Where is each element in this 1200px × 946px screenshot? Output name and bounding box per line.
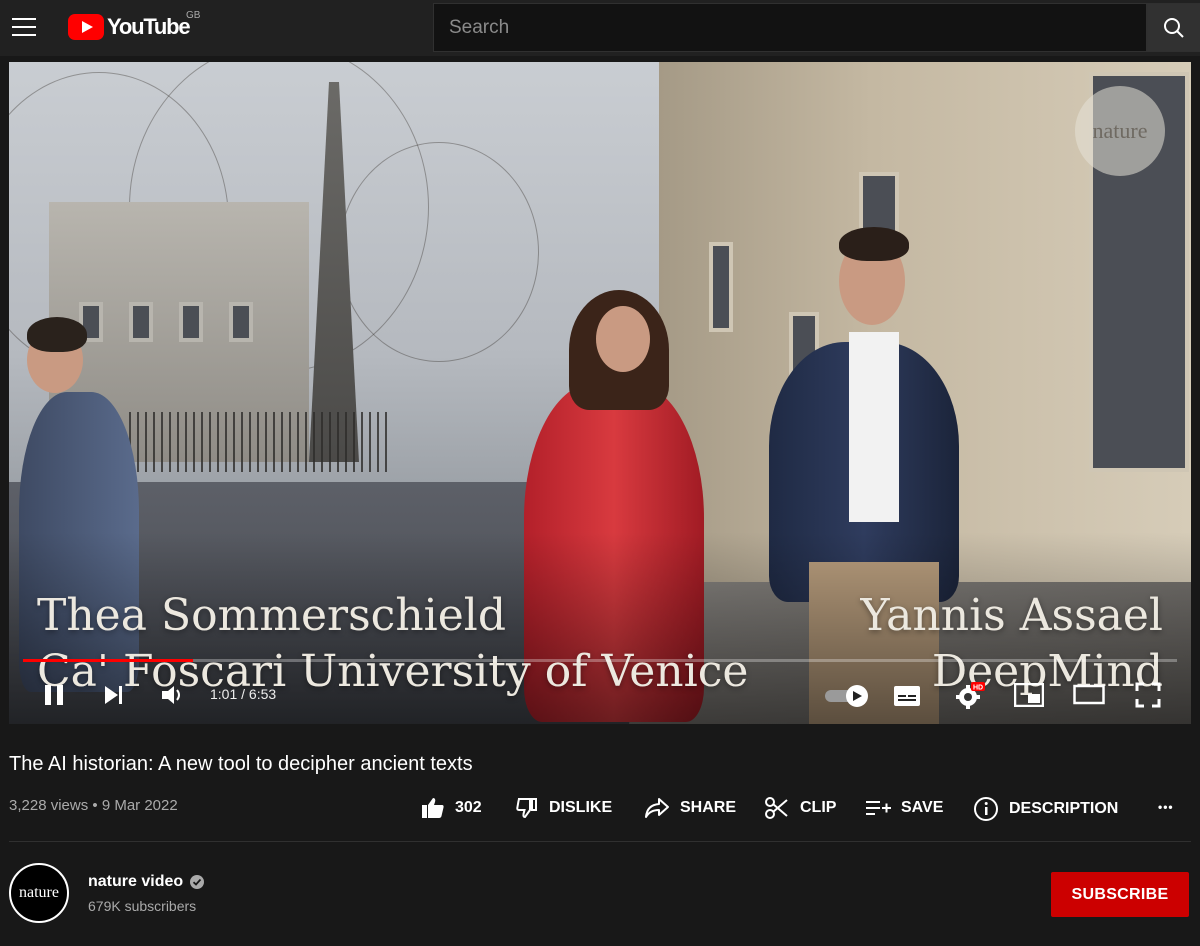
subscribe-button[interactable]: SUBSCRIBE — [1051, 872, 1189, 917]
playlist-add-icon — [866, 801, 891, 815]
miniplayer-button[interactable] — [1013, 682, 1045, 712]
channel-name: nature video — [88, 873, 184, 890]
gear-icon: HD — [956, 682, 985, 709]
region-code: GB — [186, 10, 201, 21]
video-meta: 3,228 views • 9 Mar 2022 — [9, 797, 178, 814]
thumbs-up-icon — [422, 798, 444, 818]
fullscreen-button[interactable] — [1135, 682, 1161, 713]
progress-fill — [23, 659, 193, 662]
description-label: DESCRIPTION — [1009, 800, 1119, 817]
theater-mode-button[interactable] — [1073, 684, 1105, 711]
theater-mode-icon — [1073, 684, 1105, 705]
subtitles-icon — [894, 686, 920, 706]
top-bar: YouTube GB — [0, 0, 1200, 56]
lower-third-left-name: Thea Sommerschield — [37, 590, 507, 641]
more-actions-button[interactable]: ••• — [1158, 800, 1174, 814]
hd-badge: HD — [973, 685, 983, 692]
more-icon: ••• — [1158, 800, 1174, 814]
autoplay-toggle-icon — [825, 685, 868, 707]
description-button[interactable]: DESCRIPTION — [973, 796, 1118, 822]
thumbs-down-icon — [516, 798, 537, 819]
logo-text: YouTube — [107, 14, 191, 39]
autoplay-toggle[interactable] — [823, 684, 869, 713]
fullscreen-icon — [1135, 682, 1161, 708]
share-label: SHARE — [680, 799, 737, 816]
channel-avatar[interactable]: nature — [9, 863, 69, 923]
volume-button[interactable] — [159, 682, 187, 713]
progress-bar[interactable] — [23, 659, 1177, 662]
video-frame: nature Thea Sommerschield Ca' Foscari Un… — [9, 62, 1191, 724]
scissors-icon — [765, 797, 788, 819]
share-icon — [645, 798, 669, 818]
pause-button[interactable] — [41, 682, 67, 713]
info-icon — [974, 797, 998, 821]
save-label: SAVE — [901, 799, 944, 816]
player-controls: 1:01 / 6:53 HD — [9, 668, 1191, 718]
volume-icon — [162, 686, 180, 704]
nature-watermark: nature — [1075, 86, 1165, 176]
pause-icon — [45, 685, 63, 705]
like-count: 302 — [455, 799, 482, 816]
divider — [9, 841, 1191, 842]
channel-name-link[interactable]: nature video — [88, 873, 205, 891]
save-button[interactable]: SAVE — [865, 796, 943, 820]
view-count: 3,228 views — [9, 797, 89, 814]
dislike-label: DISLIKE — [549, 799, 613, 816]
time-display: 1:01 / 6:53 — [210, 686, 277, 702]
subtitles-button[interactable] — [893, 685, 921, 712]
dislike-button[interactable]: DISLIKE — [515, 796, 612, 820]
skip-next-icon — [105, 686, 122, 704]
next-button[interactable] — [101, 682, 127, 713]
lower-third-right-name: Yannis Assael — [860, 590, 1163, 641]
meta-separator: • — [88, 797, 102, 814]
like-button[interactable]: 302 — [421, 796, 482, 820]
search-button[interactable] — [1147, 3, 1200, 52]
subscriber-count: 679K subscribers — [88, 898, 197, 914]
video-player[interactable]: nature Thea Sommerschield Ca' Foscari Un… — [9, 62, 1191, 724]
youtube-logo[interactable]: YouTube GB — [68, 10, 200, 40]
clip-button[interactable]: CLIP — [764, 796, 836, 820]
hamburger-menu-icon[interactable] — [12, 14, 38, 40]
verified-check-icon — [190, 875, 205, 889]
miniplayer-icon — [1013, 682, 1045, 708]
search-icon — [1164, 17, 1184, 38]
upload-date: 9 Mar 2022 — [101, 797, 178, 814]
play-logo-icon — [68, 14, 104, 40]
video-title: The AI historian: A new tool to decipher… — [9, 753, 473, 775]
share-button[interactable]: SHARE — [644, 796, 736, 820]
search-input[interactable] — [433, 3, 1147, 52]
settings-button[interactable]: HD — [955, 682, 985, 715]
clip-label: CLIP — [800, 799, 837, 816]
